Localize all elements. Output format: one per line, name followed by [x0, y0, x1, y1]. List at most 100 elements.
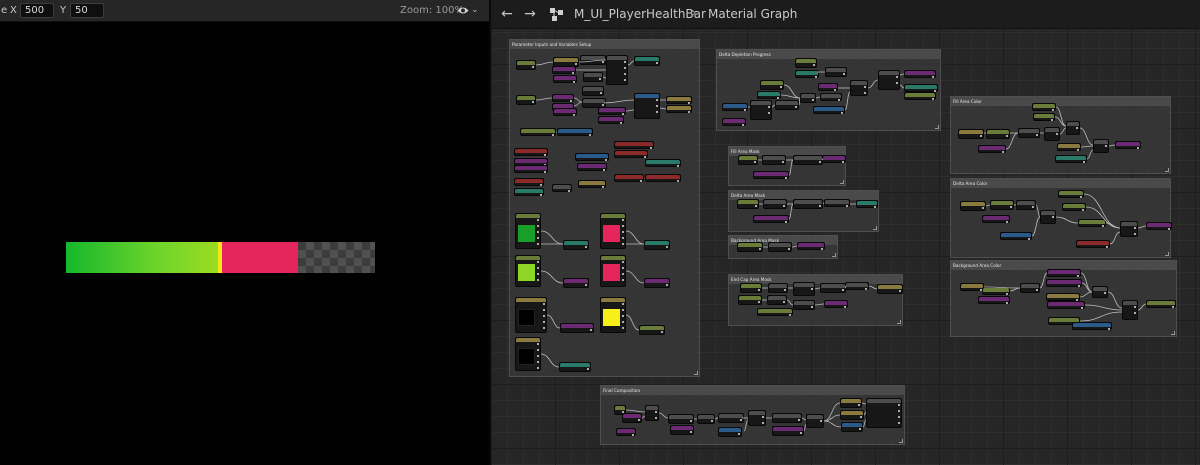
material-node[interactable] [845, 282, 869, 290]
output-pin[interactable] [602, 186, 604, 188]
material-node[interactable] [856, 200, 878, 208]
output-pin[interactable] [677, 165, 679, 167]
material-node[interactable] [986, 129, 1010, 139]
output-pin[interactable] [789, 314, 791, 316]
output-pin[interactable] [622, 219, 624, 221]
material-node[interactable] [553, 108, 577, 116]
output-pin[interactable] [570, 100, 572, 102]
material-node[interactable] [577, 163, 607, 171]
material-node[interactable] [622, 413, 642, 423]
output-pin[interactable] [638, 419, 640, 421]
output-pin[interactable] [859, 428, 861, 430]
arrow-left-icon[interactable]: ← [499, 6, 515, 22]
material-node[interactable] [1146, 222, 1172, 230]
output-pin[interactable] [622, 279, 624, 281]
output-pin[interactable] [834, 89, 836, 91]
material-node[interactable] [1062, 203, 1086, 211]
material-node[interactable] [1072, 322, 1112, 330]
material-node[interactable] [958, 129, 984, 139]
material-node[interactable] [718, 413, 744, 423]
material-node[interactable] [666, 105, 692, 113]
material-node[interactable] [614, 141, 654, 149]
material-node[interactable] [818, 83, 838, 91]
material-node[interactable] [514, 165, 548, 173]
output-pin[interactable] [1028, 238, 1030, 240]
output-pin[interactable] [622, 303, 624, 305]
output-pin[interactable] [812, 99, 814, 101]
material-node[interactable] [1047, 301, 1085, 309]
material-node[interactable] [552, 94, 574, 102]
material-node[interactable] [840, 398, 862, 408]
output-pin[interactable] [819, 205, 821, 207]
output-pin[interactable] [759, 248, 761, 250]
output-pin[interactable] [622, 273, 624, 275]
output-pin[interactable] [543, 315, 545, 317]
output-pin[interactable] [864, 92, 866, 94]
output-pin[interactable] [640, 180, 642, 182]
material-node[interactable] [990, 200, 1014, 210]
material-node[interactable] [757, 91, 781, 99]
arrow-right-icon[interactable]: → [522, 6, 538, 22]
output-pin[interactable] [1134, 233, 1136, 235]
material-node[interactable] [645, 405, 659, 421]
material-node[interactable] [1020, 283, 1040, 293]
output-pin[interactable] [1032, 206, 1034, 208]
material-node[interactable] [598, 116, 624, 124]
output-pin[interactable] [932, 98, 934, 100]
material-node[interactable] [1032, 103, 1056, 111]
breadcrumb-asset[interactable]: M_UI_PlayerHealthBar [574, 7, 706, 21]
output-pin[interactable] [543, 327, 545, 329]
output-pin[interactable] [602, 104, 604, 106]
material-node[interactable] [793, 282, 815, 296]
material-node[interactable] [767, 295, 787, 305]
material-node[interactable] [825, 67, 847, 77]
output-pin[interactable] [572, 72, 574, 74]
output-pin[interactable] [813, 64, 815, 66]
output-pin[interactable] [742, 124, 744, 126]
material-node[interactable] [772, 413, 802, 423]
material-node[interactable] [722, 103, 748, 111]
output-pin[interactable] [622, 231, 624, 233]
output-pin[interactable] [838, 99, 840, 101]
material-node[interactable] [1018, 128, 1040, 138]
output-pin[interactable] [552, 134, 554, 136]
material-node[interactable] [772, 426, 804, 436]
output-pin[interactable] [744, 109, 746, 111]
material-node[interactable] [1033, 113, 1055, 121]
material-node[interactable] [1046, 293, 1080, 301]
output-pin[interactable] [585, 284, 587, 286]
output-pin[interactable] [795, 106, 797, 108]
output-pin[interactable] [1104, 292, 1106, 294]
material-node[interactable] [978, 145, 1006, 153]
output-pin[interactable] [602, 61, 604, 63]
material-node[interactable] [668, 414, 694, 424]
output-pin[interactable] [1036, 289, 1038, 291]
material-node[interactable] [738, 295, 762, 305]
output-pin[interactable] [1076, 127, 1078, 129]
material-node[interactable] [1092, 286, 1108, 298]
output-pin[interactable] [1002, 151, 1004, 153]
comment-resize-handle[interactable] [899, 439, 903, 443]
output-pin[interactable] [656, 105, 658, 107]
output-pin[interactable] [544, 154, 546, 156]
output-pin[interactable] [1006, 221, 1008, 223]
material-node[interactable] [753, 171, 789, 179]
material-node[interactable] [514, 188, 544, 196]
material-node[interactable] [634, 93, 660, 119]
output-pin[interactable] [1168, 228, 1170, 230]
material-node[interactable] [514, 148, 548, 156]
output-pin[interactable] [605, 159, 607, 161]
material-node[interactable] [583, 72, 603, 82]
material-node[interactable] [1115, 141, 1141, 149]
material-node[interactable] [697, 414, 715, 424]
output-pin[interactable] [622, 321, 624, 323]
output-pin[interactable] [656, 111, 658, 113]
output-pin[interactable] [1052, 109, 1054, 111]
chevron-down-icon[interactable]: ⌄ [471, 5, 479, 15]
output-pin[interactable] [899, 290, 901, 292]
output-pin[interactable] [1077, 149, 1079, 151]
output-pin[interactable] [622, 113, 624, 115]
output-pin[interactable] [622, 243, 624, 245]
output-pin[interactable] [622, 315, 624, 317]
output-pin[interactable] [590, 329, 592, 331]
